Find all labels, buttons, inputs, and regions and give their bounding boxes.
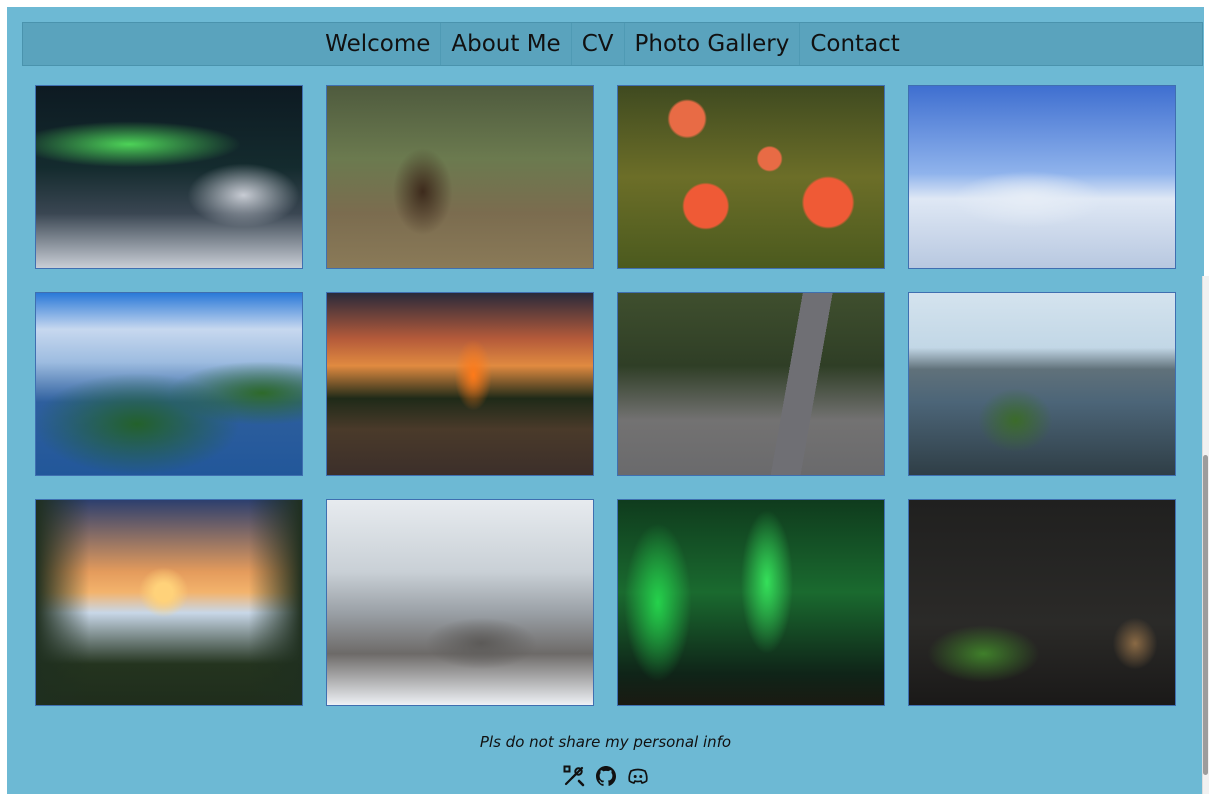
nav-welcome[interactable]: Welcome: [315, 23, 440, 65]
snowy-trees-photo[interactable]: [908, 85, 1176, 269]
bear-photo[interactable]: [326, 85, 594, 269]
misty-lake-photo[interactable]: [908, 292, 1176, 476]
sauna-photo[interactable]: [908, 499, 1176, 706]
footer-privacy-note: Pls do not share my personal info: [479, 733, 732, 751]
aurora-sky-photo[interactable]: [617, 499, 885, 706]
discord-icon[interactable]: [626, 764, 650, 788]
scrollbar-thumb[interactable]: [1203, 455, 1208, 775]
footer-icons: [7, 764, 1204, 788]
nav-welcome-label: Welcome: [325, 31, 431, 57]
tools-icon[interactable]: [562, 764, 586, 788]
sunset-pines-photo[interactable]: [35, 499, 303, 706]
nav-cv-label: CV: [581, 31, 614, 57]
cloudberries-photo[interactable]: [617, 85, 885, 269]
aurora-forest-photo[interactable]: [35, 85, 303, 269]
nav-photo-gallery[interactable]: Photo Gallery: [623, 23, 800, 65]
photo-gallery: [35, 85, 1179, 706]
nav-about-me-label: About Me: [451, 31, 561, 57]
reindeer-road-photo[interactable]: [617, 292, 885, 476]
nav-cv[interactable]: CV: [570, 23, 624, 65]
bonfire-photo[interactable]: [326, 292, 594, 476]
lake-aerial-photo[interactable]: [35, 292, 303, 476]
nav-contact[interactable]: Contact: [799, 23, 909, 65]
page-container: Welcome About Me CV Photo Gallery Contac…: [7, 7, 1204, 794]
winter-river-photo[interactable]: [326, 499, 594, 706]
nav-about-me[interactable]: About Me: [440, 23, 570, 65]
nav-photo-gallery-label: Photo Gallery: [634, 31, 790, 57]
github-icon[interactable]: [594, 764, 618, 788]
navbar: Welcome About Me CV Photo Gallery Contac…: [22, 22, 1203, 66]
nav-contact-label: Contact: [810, 31, 900, 57]
